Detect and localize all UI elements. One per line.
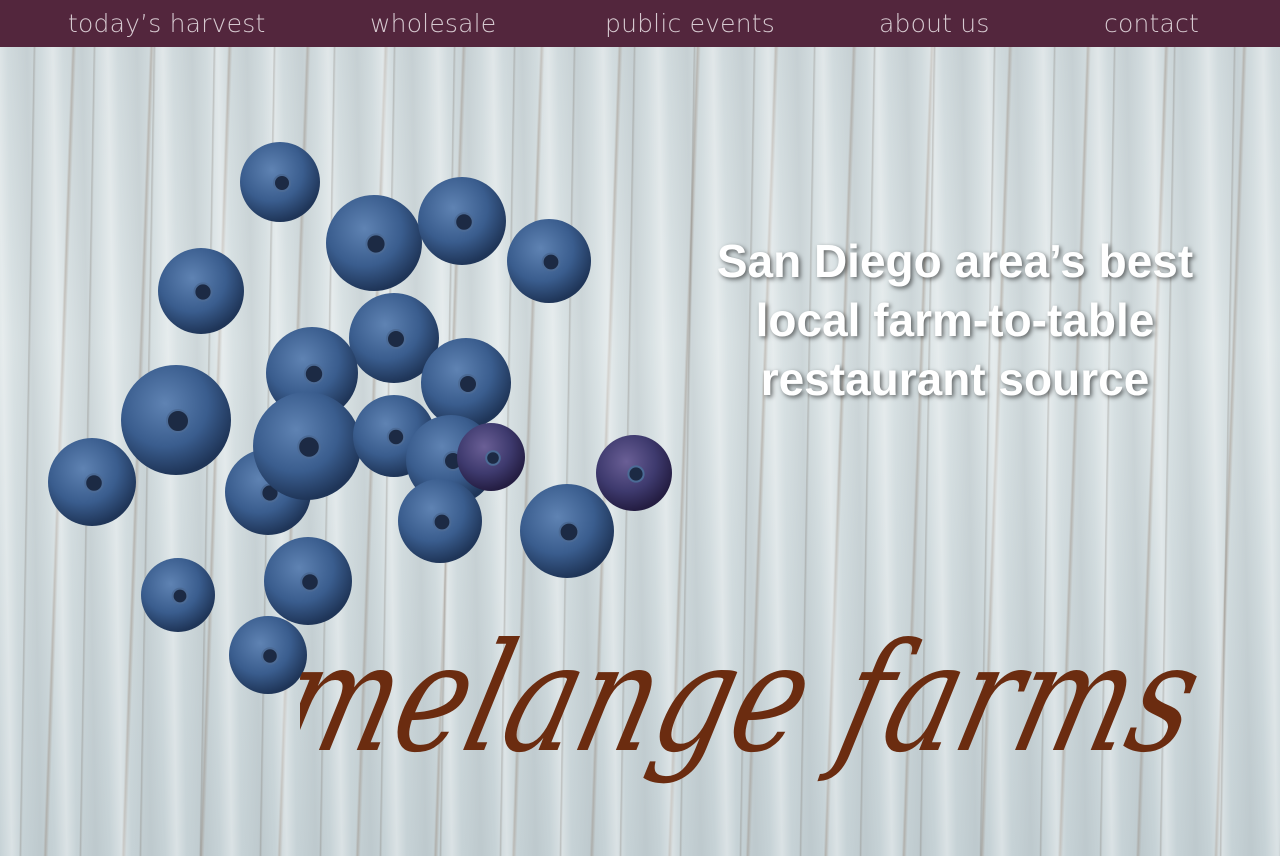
blueberry-crown [84,473,104,493]
blueberry-crown [303,363,325,385]
melange-farms-logo: melange farms [300,611,1217,785]
blueberry-crown [485,450,501,466]
blueberry-crown [261,647,279,665]
main-nav: today’s harvest wholesale public events … [0,0,1280,47]
blueberry-crown [541,252,561,272]
hero-tagline: San Diego area’s best local farm-to-tabl… [650,232,1260,409]
blueberry-crown [297,435,321,459]
nav-contact[interactable]: contact [1104,0,1199,47]
blueberry-crown [386,329,406,349]
nav-todays-harvest[interactable]: today’s harvest [68,0,265,47]
blueberry-crown [273,174,291,192]
blueberry-crown [171,587,189,605]
blueberry-crown [558,521,580,543]
blueberry-crown [386,427,406,447]
blueberry-crown [458,374,478,394]
blueberry-crown [166,409,190,433]
blueberry-crown [193,282,213,302]
blueberry-crown [454,212,474,232]
blueberry-crown [627,465,645,483]
nav-wholesale[interactable]: wholesale [370,0,496,47]
blueberry-crown [365,233,387,255]
tagline-line-2: local farm-to-table [755,294,1155,346]
blueberry-crown [432,512,452,532]
nav-public-events[interactable]: public events [605,0,775,47]
nav-about-us[interactable]: about us [879,0,990,47]
blueberry-crown [300,572,320,592]
tagline-line-1: San Diego area’s best [716,235,1194,287]
logo-text: melange farms [300,611,1217,785]
tagline-line-3: restaurant source [760,353,1150,405]
